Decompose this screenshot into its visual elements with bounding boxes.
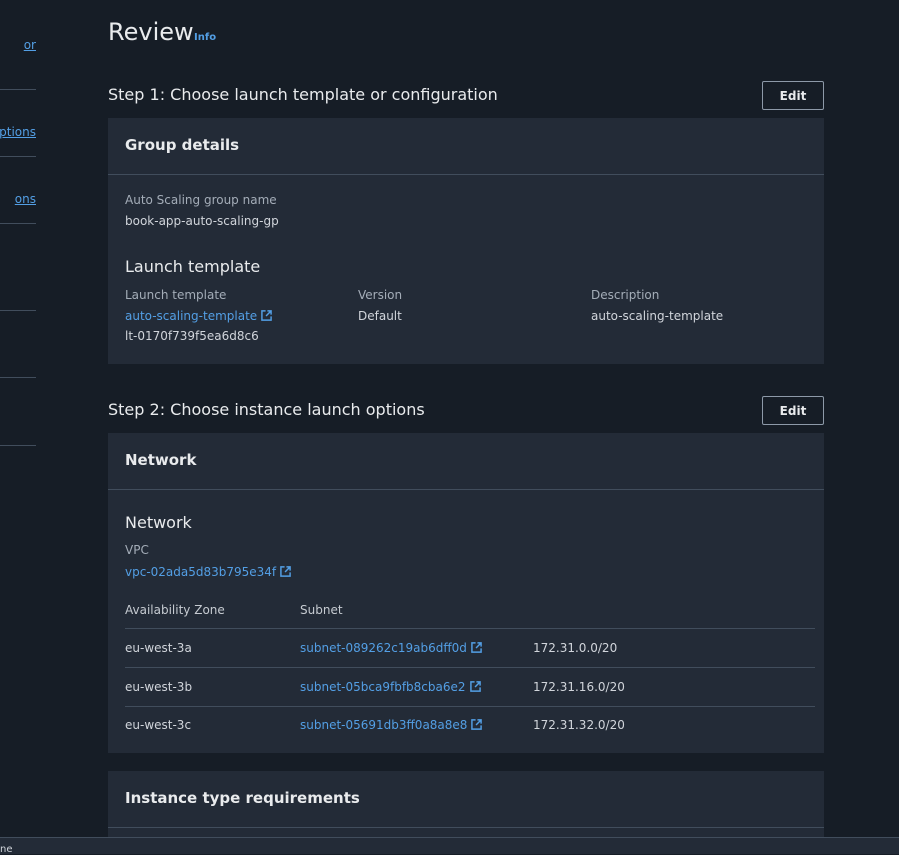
asg-name-label: Auto Scaling group name — [125, 193, 277, 207]
external-link-icon — [471, 642, 482, 653]
external-link-icon — [280, 566, 291, 577]
subnet-link[interactable]: subnet-05bca9fbfb8cba6e2 — [300, 680, 481, 694]
step1-title: Step 1: Choose launch template or config… — [108, 85, 498, 104]
sidebar-divider — [0, 223, 36, 224]
asg-name-value: book-app-auto-scaling-gp — [125, 214, 279, 228]
subnet-link[interactable]: subnet-05691db3ff0a8a8e8 — [300, 718, 483, 732]
vpc-label: VPC — [125, 543, 149, 557]
group-details-title: Group details — [108, 118, 824, 175]
table-divider — [125, 706, 815, 707]
sidebar-divider — [0, 445, 36, 446]
launch-template-id: lt-0170f739f5ea6d8c6 — [125, 329, 259, 343]
row-az: eu-west-3a — [125, 641, 192, 655]
group-details-panel: Group details Auto Scaling group name bo… — [108, 118, 824, 364]
side-navigation: or ptions ons — [0, 0, 36, 460]
step2-title: Step 2: Choose instance launch options — [108, 400, 425, 419]
network-heading: Network — [125, 513, 192, 532]
version-label: Version — [358, 288, 403, 302]
step1-edit-button[interactable]: Edit — [762, 81, 824, 110]
launch-template-label: Launch template — [125, 288, 227, 302]
table-divider — [125, 628, 815, 629]
row-az: eu-west-3b — [125, 680, 193, 694]
external-link-icon — [261, 310, 272, 321]
page-title: Review — [108, 18, 194, 46]
step2-edit-button[interactable]: Edit — [762, 396, 824, 425]
row-cidr: 172.31.16.0/20 — [533, 680, 625, 694]
bottom-bar: ne — [0, 837, 899, 855]
row-cidr: 172.31.32.0/20 — [533, 718, 625, 732]
launch-template-heading: Launch template — [125, 257, 261, 276]
launch-template-link[interactable]: auto-scaling-template — [125, 309, 272, 323]
bottom-bar-text[interactable]: ne — [0, 844, 13, 855]
column-header-subnet: Subnet — [300, 603, 343, 617]
description-label: Description — [591, 288, 660, 302]
version-value: Default — [358, 309, 402, 323]
subnet-link[interactable]: subnet-089262c19ab6dff0d — [300, 641, 482, 655]
row-cidr: 172.31.0.0/20 — [533, 641, 618, 655]
row-az: eu-west-3c — [125, 718, 192, 732]
external-link-icon — [471, 719, 483, 730]
sidebar-divider — [0, 310, 36, 311]
table-divider — [125, 667, 815, 668]
description-value: auto-scaling-template — [591, 309, 724, 323]
sidebar-link-2[interactable]: ptions — [0, 125, 36, 139]
sidebar-divider — [0, 377, 36, 378]
info-link[interactable]: Info — [194, 32, 216, 43]
network-panel: Network Network VPC vpc-02ada5d83b795e34… — [108, 433, 824, 753]
network-panel-title: Network — [108, 433, 824, 490]
sidebar-divider — [0, 89, 36, 90]
sidebar-link-1[interactable]: or — [0, 38, 36, 52]
external-link-icon — [469, 681, 481, 692]
step2-header: Step 2: Choose instance launch options E… — [108, 396, 824, 426]
column-header-az: Availability Zone — [125, 603, 225, 617]
sidebar-divider — [0, 156, 36, 157]
instance-type-title: Instance type requirements — [108, 771, 824, 828]
sidebar-link-3[interactable]: ons — [0, 192, 36, 206]
vpc-link[interactable]: vpc-02ada5d83b795e34f — [125, 565, 291, 579]
step1-header: Step 1: Choose launch template or config… — [108, 81, 824, 111]
